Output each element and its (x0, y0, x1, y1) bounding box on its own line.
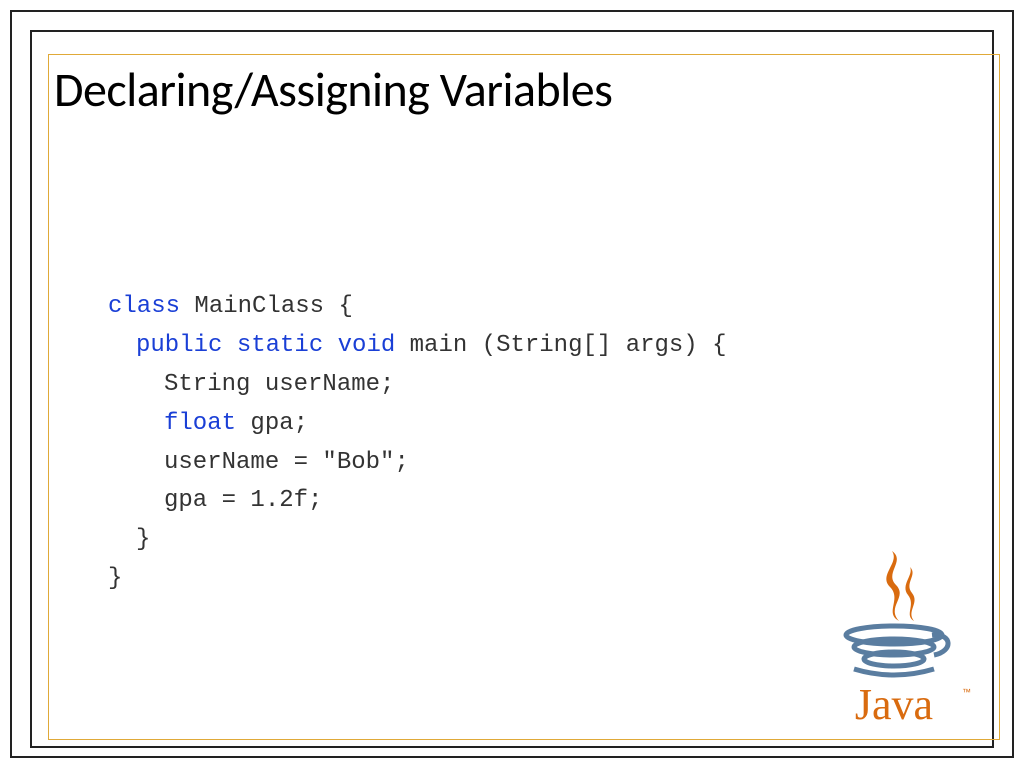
code-line-2: public static void main (String[] args) … (108, 327, 727, 366)
trademark-symbol: ™ (962, 687, 971, 697)
code-line-8: } (108, 560, 727, 599)
java-logo-icon: Java ™ (814, 543, 974, 733)
keyword-class: class (108, 293, 180, 320)
code-line-5: userName = "Bob"; (108, 444, 727, 483)
java-wordmark: Java (855, 680, 933, 729)
keyword-public-static-void: public static void (136, 332, 395, 359)
code-text: main (String[] args) { (395, 332, 726, 359)
slide-title: Declaring/Assigning Variables (54, 60, 612, 119)
code-block: class MainClass { public static void mai… (108, 288, 727, 599)
code-text: MainClass { (180, 293, 353, 320)
code-text: gpa; (236, 410, 308, 437)
keyword-float: float (164, 410, 236, 437)
code-line-3: String userName; (108, 366, 727, 405)
code-line-6: gpa = 1.2f; (108, 482, 727, 521)
code-line-4: float gpa; (108, 405, 727, 444)
code-line-1: class MainClass { (108, 288, 727, 327)
code-line-7: } (108, 521, 727, 560)
